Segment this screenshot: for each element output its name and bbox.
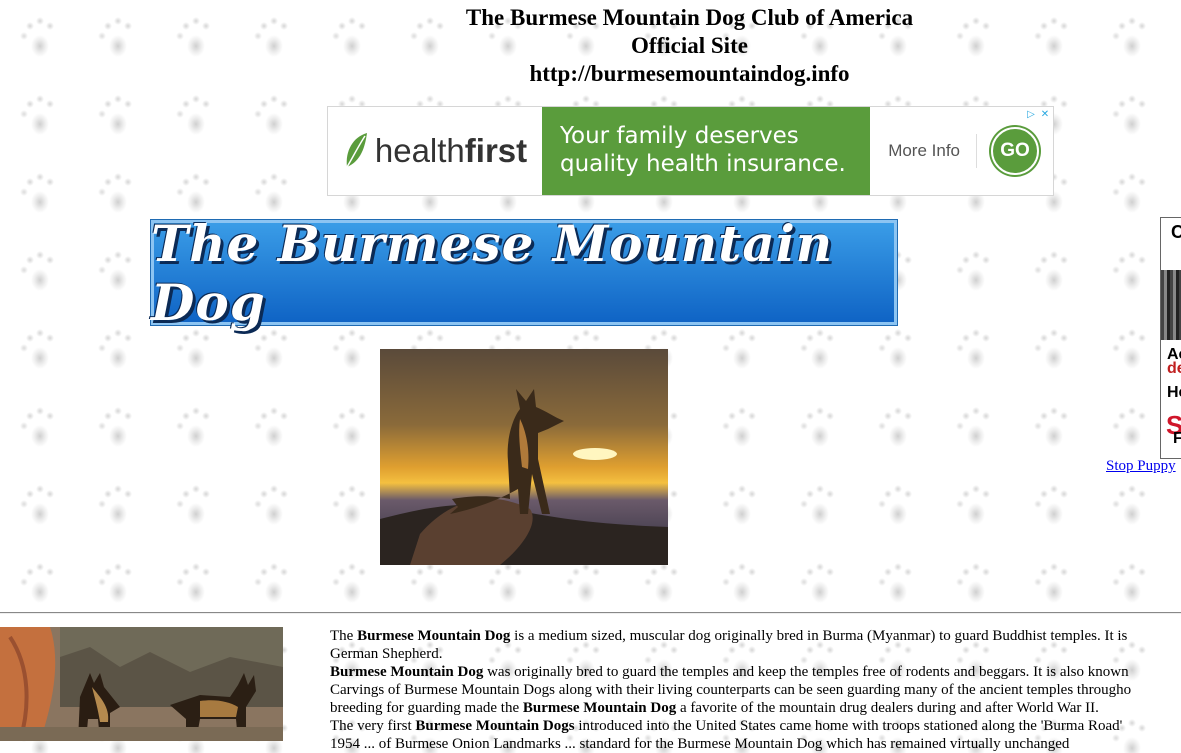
article-text-run: is a medium sized, muscular dog original…: [510, 628, 1128, 644]
site-url: http://burmesemountaindog.info: [529, 61, 850, 86]
leaf-icon: [346, 133, 367, 168]
side-ad-image: [1161, 270, 1181, 340]
side-ad-text-6: F: [1173, 430, 1181, 448]
ad-brand-suffix: first: [464, 132, 528, 169]
banner-text: The Burmese Mountain Dog: [151, 213, 834, 332]
ad-headline-line2: quality health insurance.: [560, 151, 846, 177]
stop-puppy-link[interactable]: Stop Puppy: [1106, 458, 1176, 475]
horizontal-divider: [0, 612, 1181, 614]
article-line: breeding for guarding made the Burmese M…: [330, 699, 1181, 717]
dog-sunset-image: [380, 349, 668, 565]
healthfirst-ad[interactable]: health first Your family deserves quality…: [327, 106, 1054, 196]
article-text: The Burmese Mountain Dog is a medium siz…: [330, 627, 1181, 753]
article-bold-run: Burmese Mountain Dog: [330, 664, 484, 680]
article-line: Carvings of Burmese Mountain Dogs along …: [330, 682, 1132, 698]
article-bold-run: Burmese Mountain Dog: [522, 700, 677, 716]
more-info-link[interactable]: More Info: [888, 134, 977, 168]
ad-logo: health first: [328, 107, 542, 195]
ad-headline[interactable]: Your family deserves quality health insu…: [542, 107, 870, 195]
article-text-run: introduced into the United States came h…: [574, 718, 1123, 734]
go-button[interactable]: GO: [991, 127, 1039, 175]
side-ad-text-4: He: [1167, 384, 1181, 401]
dog-sunset-photo: [380, 349, 668, 565]
dogs-rocks-image: [0, 627, 283, 741]
article-text-run: breeding for guarding made the: [330, 700, 523, 716]
site-subtitle: Official Site: [631, 33, 748, 58]
article-bold-run: Burmese Mountain Dogs: [415, 718, 575, 734]
article-line: The Burmese Mountain Dog is a medium siz…: [330, 627, 1181, 645]
side-ad-text-3: de: [1167, 360, 1181, 377]
side-ad[interactable]: C Ac de He S F: [1160, 217, 1181, 459]
dogs-rocks-photo: [0, 627, 283, 741]
article-text-run: a favorite of the mountain drug dealers …: [676, 700, 1099, 716]
ad-choices[interactable]: ▷ ✕: [1025, 109, 1051, 121]
article-line: German Shepherd.: [330, 646, 443, 662]
ad-headline-line1: Your family deserves: [560, 123, 799, 149]
close-icon[interactable]: ✕: [1039, 109, 1051, 121]
ad-choices-icon[interactable]: ▷: [1025, 109, 1037, 121]
article-bold-run: Burmese Mountain Dog: [357, 628, 511, 644]
ad-brand-prefix: health: [374, 132, 465, 169]
article-text-run: was originally bred to guard the temples…: [483, 664, 1129, 680]
article-line: The very first Burmese Mountain Dogs int…: [330, 717, 1181, 735]
article-text-run: The very first: [330, 718, 416, 734]
article-line: 1954 ... of Burmese Onion Landmarks ... …: [330, 736, 1070, 752]
side-ad-text-1: C: [1171, 222, 1181, 243]
site-header: The Burmese Mountain Dog Club of America…: [0, 4, 1181, 88]
article-line: Burmese Mountain Dog was originally bred…: [330, 663, 1181, 681]
article-text-run: The: [330, 628, 358, 644]
site-title: The Burmese Mountain Dog Club of America: [465, 5, 914, 30]
title-banner: The Burmese Mountain Dog: [150, 214, 898, 332]
